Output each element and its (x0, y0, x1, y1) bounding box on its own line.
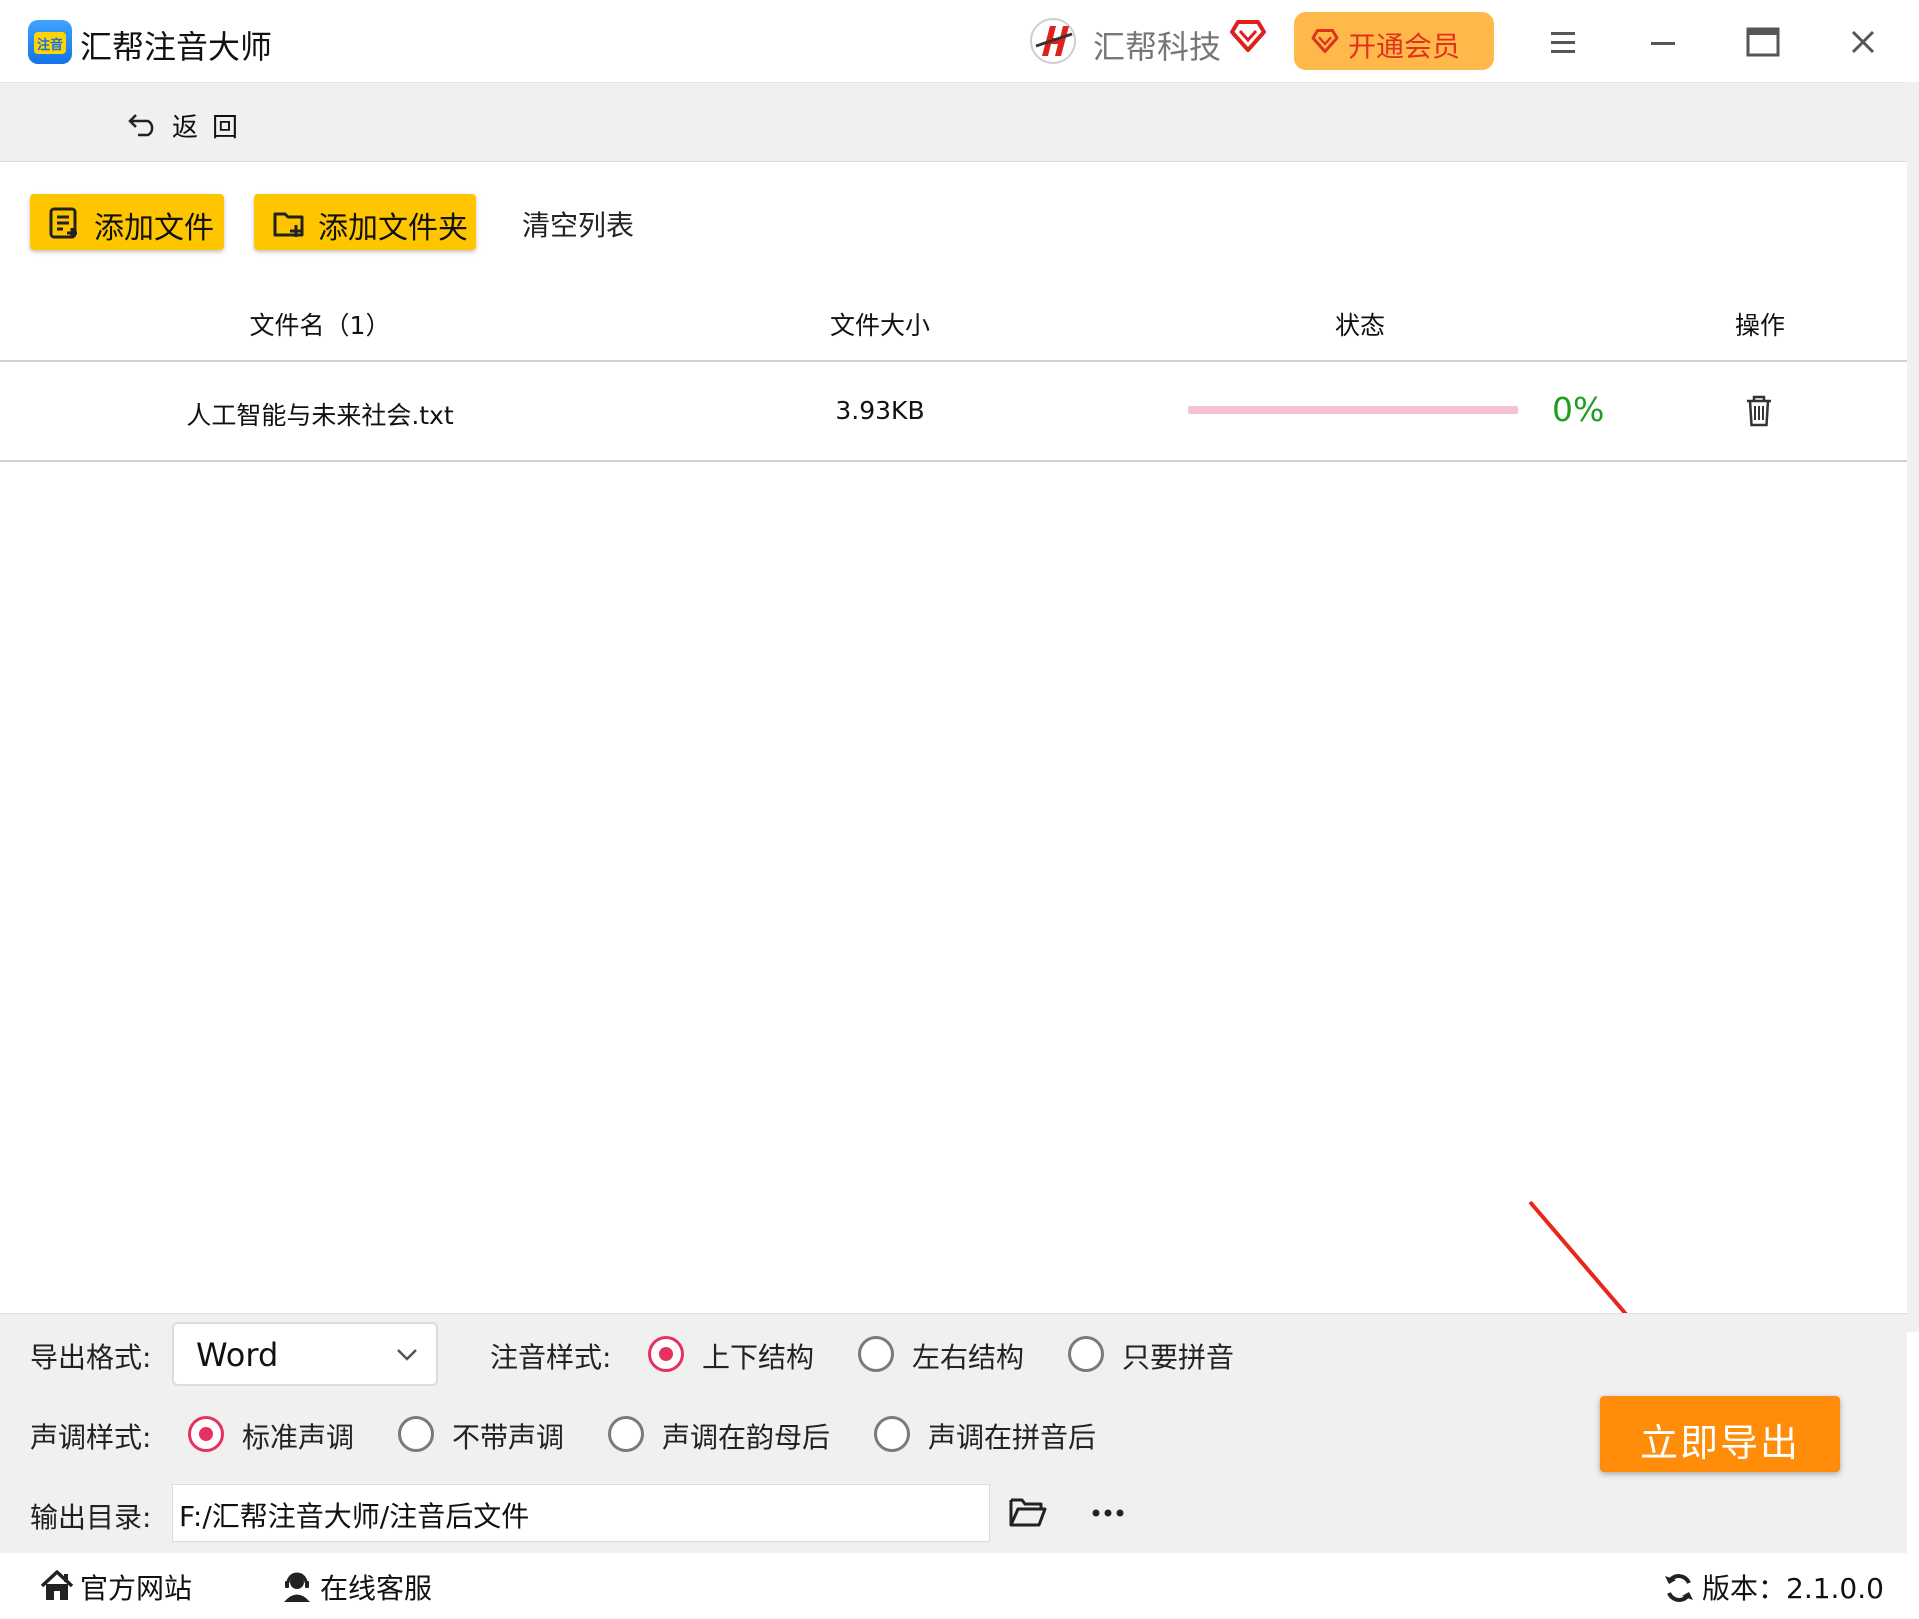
minimize-icon[interactable] (1633, 12, 1693, 72)
progress-percent: 0% (1552, 390, 1605, 429)
format-value: Word (196, 1336, 279, 1374)
window-edge (1907, 82, 1919, 1332)
export-now-button[interactable]: 立即导出 (1600, 1396, 1840, 1472)
add-file-icon (49, 207, 77, 239)
official-site-label: 官方网站 (80, 1572, 193, 1605)
app-title: 汇帮注音大师 (80, 28, 273, 66)
pinyin-style-label: 注音样式: (490, 1341, 612, 1374)
add-folder-icon (273, 212, 304, 237)
diamond-heart-icon (1311, 29, 1339, 53)
diamond-heart-icon (1230, 20, 1266, 52)
tone-style-label: 声调样式: (30, 1421, 152, 1454)
radio-circle (1068, 1336, 1104, 1372)
radio-circle (188, 1416, 224, 1452)
column-header-action: 操作 (1734, 311, 1785, 340)
radio-label: 只要拼音 (1122, 1341, 1235, 1374)
app-logo-text: 注音 (36, 38, 63, 53)
progress-bar (1188, 406, 1518, 414)
radio-circle (608, 1416, 644, 1452)
radio-label: 声调在韵母后 (662, 1421, 831, 1454)
file-name-cell: 人工智能与未来社会.txt (186, 401, 454, 430)
folder-open-icon[interactable] (1008, 1494, 1048, 1530)
chevron-down-icon (397, 1349, 417, 1361)
menu-icon[interactable] (1533, 12, 1593, 72)
support-agent-icon (284, 1572, 310, 1602)
back-arrow-icon (128, 114, 154, 137)
output-dir-field[interactable]: F:/汇帮注音大师/注音后文件 (172, 1484, 990, 1542)
refresh-icon (1665, 1574, 1693, 1602)
add-file-label: 添加文件 (94, 211, 214, 246)
radio-label: 声调在拼音后 (928, 1421, 1097, 1454)
export-settings-panel: 导出格式: Word 注音样式: 上下结构 左右结构 只要拼音 声调样式: 标准… (0, 1313, 1907, 1554)
online-support-label: 在线客服 (320, 1572, 433, 1605)
add-folder-label: 添加文件夹 (318, 211, 468, 246)
home-icon (40, 1570, 74, 1600)
footer: 官方网站 在线客服 版本：2.1.0.0 (0, 1553, 1907, 1619)
format-select[interactable]: Word (172, 1322, 438, 1386)
brand-logo-icon (1030, 18, 1076, 64)
more-options-icon[interactable] (1088, 1498, 1128, 1528)
version-label: 版本：2.1.0.0 (1702, 1572, 1884, 1605)
add-file-button[interactable]: 添加文件 (30, 194, 224, 250)
radio-circle (398, 1416, 434, 1452)
radio-circle (858, 1336, 894, 1372)
clear-list-button[interactable]: 清空列表 (522, 204, 634, 244)
table-row: 人工智能与未来社会.txt 3.93KB 0% (0, 362, 1907, 462)
radio-label: 左右结构 (912, 1341, 1025, 1374)
radio-label: 不带声调 (452, 1421, 565, 1454)
output-dir-value: F:/汇帮注音大师/注音后文件 (179, 1500, 530, 1533)
close-icon[interactable] (1833, 12, 1893, 72)
title-bar: 注音 汇帮注音大师 汇帮科技 开通会员 (0, 0, 1919, 83)
maximize-icon[interactable] (1733, 12, 1793, 72)
radio-label: 上下结构 (702, 1341, 815, 1374)
brand-name: 汇帮科技 (1093, 28, 1222, 66)
output-dir-label: 输出目录: (30, 1501, 152, 1534)
app-logo-icon: 注音 (28, 20, 72, 64)
export-now-label: 立即导出 (1639, 1421, 1800, 1465)
radio-label: 标准声调 (242, 1421, 355, 1454)
format-label: 导出格式: (30, 1341, 152, 1374)
vip-label: 开通会员 (1348, 30, 1461, 63)
delete-trash-icon[interactable] (1744, 394, 1774, 428)
back-label: 返回 (172, 113, 253, 143)
file-size-cell: 3.93KB (835, 396, 925, 425)
radio-circle (648, 1336, 684, 1372)
column-header-size: 文件大小 (829, 311, 930, 340)
column-header-status: 状态 (1334, 311, 1385, 340)
column-header-filename: 文件名（1） (249, 311, 391, 340)
back-bar: 返回 (0, 83, 1907, 162)
add-folder-button[interactable]: 添加文件夹 (254, 194, 476, 250)
radio-circle (874, 1416, 910, 1452)
vip-button[interactable]: 开通会员 (1294, 12, 1494, 70)
